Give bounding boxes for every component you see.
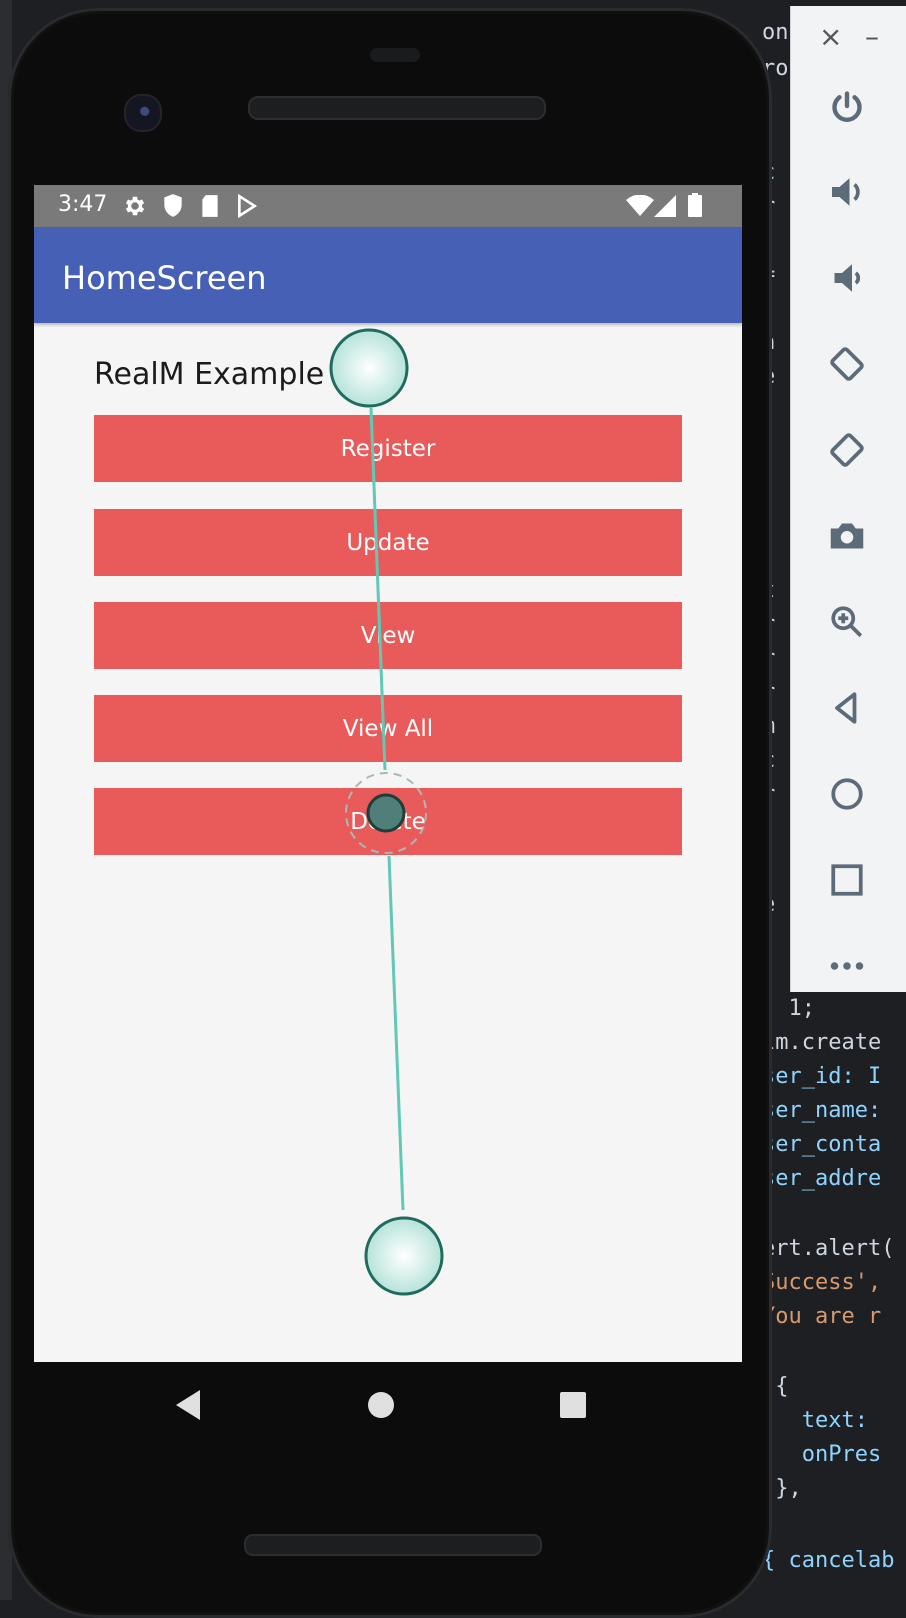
zoom-button[interactable] — [819, 594, 875, 650]
power-button[interactable] — [819, 78, 875, 134]
delete-button[interactable]: Delete — [94, 788, 682, 855]
emulator-topbar: × – — [791, 6, 906, 66]
camera-icon — [830, 523, 864, 549]
battery-icon — [688, 193, 702, 217]
code-line: onPres — [762, 1442, 882, 1467]
shield-icon — [164, 194, 182, 217]
close-icon[interactable]: × — [819, 20, 842, 53]
app-bar: HomeScreen — [34, 227, 742, 323]
update-button[interactable]: Update — [94, 509, 682, 576]
volume-down-icon — [834, 264, 861, 292]
status-time: 3:47 — [58, 192, 108, 217]
home-button[interactable] — [819, 766, 875, 822]
front-camera — [124, 94, 162, 132]
code-line: ser_id: I — [762, 1064, 882, 1089]
settings-icon — [125, 196, 145, 216]
code-line: You are r — [762, 1304, 882, 1329]
sensor-slot — [370, 48, 420, 62]
earpiece-speaker — [248, 96, 546, 120]
minimize-icon[interactable]: – — [865, 20, 879, 53]
home-icon — [831, 778, 863, 810]
sd-card-icon — [202, 195, 218, 217]
emulator-toolbar: × – — [790, 6, 906, 992]
app-title: HomeScreen — [62, 259, 267, 297]
volume-up-button[interactable] — [819, 164, 875, 220]
zoom-icon — [831, 606, 863, 638]
back-button[interactable] — [819, 680, 875, 736]
back-icon — [835, 692, 857, 724]
volume-down-button[interactable] — [819, 250, 875, 306]
bottom-speaker — [244, 1534, 542, 1556]
volume-up-icon — [832, 178, 860, 206]
more-icon — [830, 962, 864, 970]
register-button[interactable]: Register — [94, 415, 682, 482]
code-line: ser_addre — [762, 1166, 882, 1191]
recents-nav-icon[interactable] — [559, 1391, 587, 1419]
code-line: ser_name: — [762, 1098, 882, 1123]
navigation-bar — [34, 1362, 742, 1454]
home-nav-icon[interactable] — [367, 1391, 395, 1419]
camera-button[interactable] — [819, 508, 875, 564]
phone-screen: 3:47 HomeScreen RealM Example Register Up… — [34, 185, 742, 1362]
back-nav-icon[interactable] — [174, 1388, 204, 1422]
play-store-icon — [238, 194, 258, 218]
status-bar: 3:47 — [34, 185, 742, 227]
more-button[interactable] — [819, 938, 875, 994]
wifi-icon — [626, 195, 654, 216]
screen-heading: RealM Example — [94, 357, 325, 392]
rotate-left-icon — [830, 347, 864, 381]
overview-button[interactable] — [819, 852, 875, 908]
signal-icon — [654, 195, 676, 217]
rotate-right-icon — [830, 433, 864, 467]
rotate-left-button[interactable] — [819, 336, 875, 392]
code-line: ser_conta — [762, 1132, 882, 1157]
code-line: { cancelab — [762, 1548, 895, 1573]
rotate-right-button[interactable] — [819, 422, 875, 478]
power-icon — [832, 91, 862, 122]
code-line: ert.alert( — [762, 1236, 895, 1261]
code-line: text: — [762, 1408, 868, 1433]
view-all-button[interactable]: View All — [94, 695, 682, 762]
view-button[interactable]: View — [94, 602, 682, 669]
code-line: Success', — [762, 1270, 882, 1295]
overview-icon — [831, 864, 863, 896]
code-line: lm.create — [762, 1030, 882, 1055]
code-line: on — [762, 20, 789, 45]
